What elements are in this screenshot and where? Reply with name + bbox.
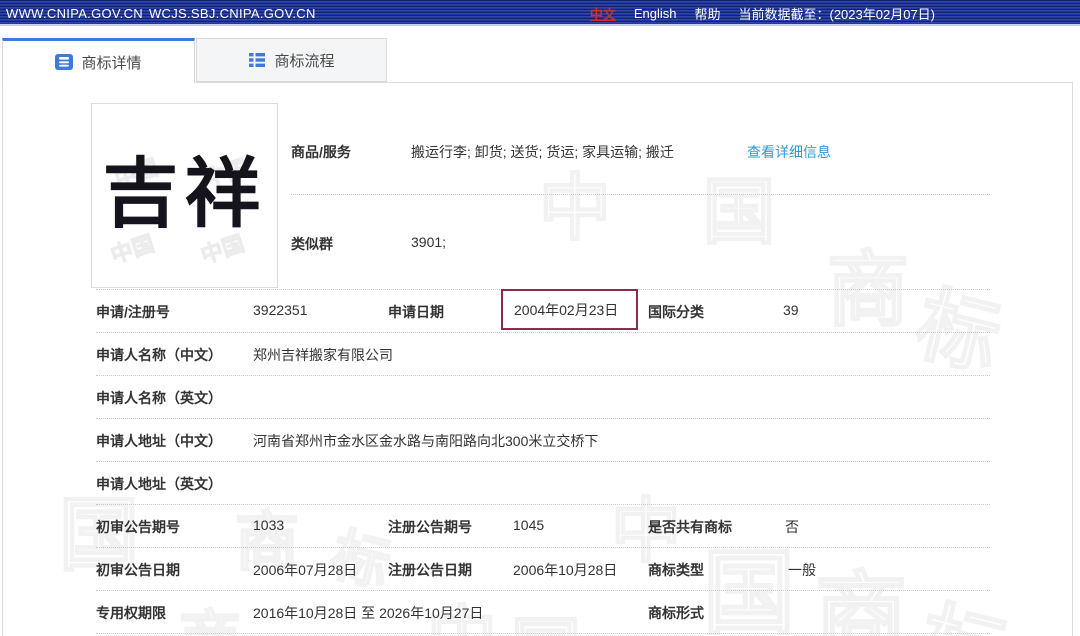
row-separator bbox=[96, 461, 990, 462]
prelim-gazette-no-value: 1033 bbox=[253, 517, 284, 533]
trademark-characters: 吉祥 bbox=[92, 132, 277, 242]
tab-process-label: 商标流程 bbox=[274, 50, 334, 71]
detail-panel: 中 国 商 标 国 商 标 中 国 商 标 中 国 商 中国 中国 中国 中国 … bbox=[2, 82, 1073, 636]
lang-english-link[interactable]: English bbox=[634, 6, 677, 21]
addr-cn-label: 申请人地址（中文） bbox=[96, 431, 222, 451]
row-separator bbox=[96, 504, 990, 505]
highlight-box: 2004年02月23日 bbox=[501, 289, 638, 330]
addr-cn-value: 河南省郑州市金水区金水路与南阳路向北300米立交桥下 bbox=[253, 431, 598, 451]
app-date-label: 申请日期 bbox=[388, 302, 444, 322]
tab-trademark-process[interactable]: 商标流程 bbox=[196, 38, 387, 82]
lang-chinese-link[interactable]: 中文 bbox=[590, 4, 616, 23]
exclusive-period-value: 2016年10月28日 至 2026年10月27日 bbox=[253, 603, 483, 623]
reg-gazette-date-value: 2006年10月28日 bbox=[513, 560, 617, 580]
data-cutoff-date: 当前数据截至：(2023年02月07日) bbox=[739, 4, 936, 23]
co-owned-value: 否 bbox=[785, 517, 799, 537]
reg-gazette-no-value: 1045 bbox=[513, 517, 544, 533]
app-no-value: 3922351 bbox=[253, 302, 308, 318]
row-separator bbox=[96, 332, 990, 333]
applicant-en-label: 申请人名称（英文） bbox=[96, 388, 222, 408]
goods-label: 商品/服务 bbox=[291, 142, 351, 162]
co-owned-label: 是否共有商标 bbox=[648, 517, 732, 537]
similar-group-value: 3901; bbox=[411, 234, 446, 250]
goods-value: 搬运行李; 卸货; 送货; 货运; 家具运输; 搬迁 bbox=[411, 142, 674, 162]
prelim-gazette-date-label: 初审公告日期 bbox=[96, 560, 180, 580]
addr-en-label: 申请人地址（英文） bbox=[96, 474, 222, 494]
app-no-label: 申请/注册号 bbox=[96, 302, 170, 322]
prelim-gazette-date-value: 2006年07月28日 bbox=[253, 560, 357, 580]
trademark-image: 中国 中国 中国 中国 吉祥 bbox=[91, 103, 278, 288]
exclusive-period-label: 专用权期限 bbox=[96, 603, 166, 623]
detail-list-icon bbox=[55, 53, 73, 71]
cnipa-url-link[interactable]: WWW.CNIPA.GOV.CN bbox=[6, 6, 143, 21]
prelim-gazette-no-label: 初审公告期号 bbox=[96, 517, 180, 537]
tm-form-label: 商标形式 bbox=[648, 603, 704, 623]
row-separator bbox=[96, 633, 990, 634]
tm-type-value: 一般 bbox=[788, 560, 816, 580]
wcjs-url-link[interactable]: WCJS.SBJ.CNIPA.GOV.CN bbox=[149, 6, 316, 21]
process-list-icon bbox=[248, 51, 266, 69]
applicant-cn-value: 郑州吉祥搬家有限公司 bbox=[253, 345, 393, 365]
view-details-link[interactable]: 查看详细信息 bbox=[747, 142, 831, 162]
similar-group-label: 类似群 bbox=[291, 234, 333, 254]
reg-gazette-date-label: 注册公告日期 bbox=[388, 560, 472, 580]
row-separator bbox=[291, 194, 990, 195]
intl-class-label: 国际分类 bbox=[648, 302, 704, 322]
top-bar: WWW.CNIPA.GOV.CN WCJS.SBJ.CNIPA.GOV.CN 中… bbox=[0, 0, 1080, 26]
trademark-detail-page: WWW.CNIPA.GOV.CN WCJS.SBJ.CNIPA.GOV.CN 中… bbox=[0, 0, 1080, 636]
detail-content: 中国 中国 中国 中国 吉祥 商品/服务 搬运行李; 卸货; 送货; 货运; 家… bbox=[3, 83, 1072, 636]
tm-type-label: 商标类型 bbox=[648, 560, 704, 580]
row-separator bbox=[96, 375, 990, 376]
help-link[interactable]: 帮助 bbox=[694, 4, 720, 23]
site-urls: WWW.CNIPA.GOV.CN WCJS.SBJ.CNIPA.GOV.CN bbox=[6, 0, 316, 26]
top-bar-links: 中文 English 帮助 当前数据截至：(2023年02月07日) bbox=[590, 0, 935, 26]
tab-trademark-detail[interactable]: 商标详情 bbox=[2, 38, 195, 83]
row-separator bbox=[96, 418, 990, 419]
applicant-cn-label: 申请人名称（中文） bbox=[96, 345, 222, 365]
row-separator bbox=[96, 547, 990, 548]
intl-class-value: 39 bbox=[783, 302, 799, 318]
row-separator bbox=[96, 590, 990, 591]
tab-detail-label: 商标详情 bbox=[81, 52, 141, 73]
app-date-value: 2004年02月23日 bbox=[514, 300, 618, 320]
reg-gazette-no-label: 注册公告期号 bbox=[388, 517, 472, 537]
